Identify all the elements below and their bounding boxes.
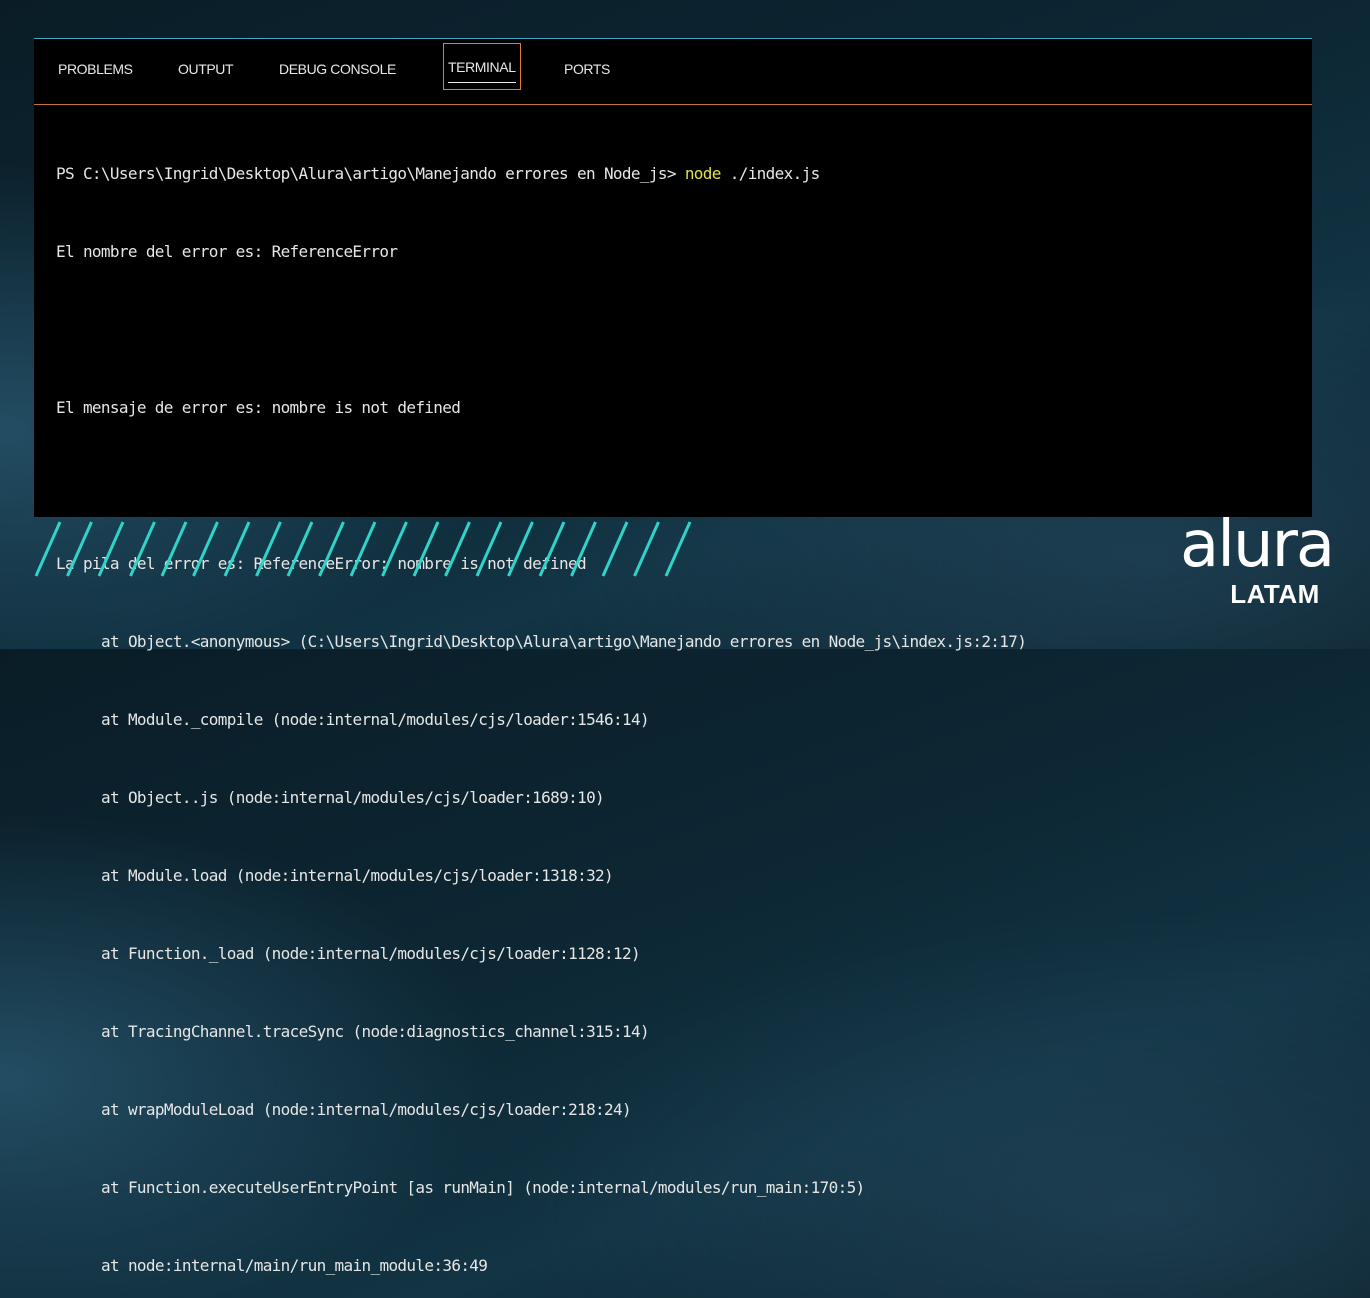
stack-trace-line: at Object.<anonymous> (C:\Users\Ingrid\D… — [101, 632, 1027, 651]
stripe — [66, 521, 93, 577]
tab-debug-console[interactable]: DEBUG CONSOLE — [279, 61, 396, 77]
tab-problems[interactable]: PROBLEMS — [58, 61, 133, 77]
stripe — [223, 521, 251, 577]
stripe — [633, 521, 660, 577]
tab-terminal[interactable]: TERMINAL — [443, 43, 521, 90]
logo-region: LATAM — [1230, 579, 1320, 609]
stack-trace-line: at Object..js (node:internal/modules/cjs… — [101, 788, 605, 807]
logo-wordmark: alura — [1180, 508, 1335, 582]
shell-prompt: PS C:\Users\Ingrid\Desktop\Alura\artigo\… — [56, 164, 685, 183]
stripe — [381, 521, 408, 577]
stripe — [475, 521, 503, 577]
stripe — [507, 521, 534, 577]
stripe — [34, 521, 62, 577]
stripe — [286, 521, 314, 577]
stripe — [538, 521, 566, 577]
decorative-stripes — [34, 521, 692, 577]
command-name: node — [684, 164, 722, 183]
stripe — [412, 521, 440, 577]
stack-trace-line: at Function.executeUserEntryPoint [as ru… — [101, 1178, 865, 1197]
stack-trace-line: at TracingChannel.traceSync (node:diagno… — [101, 1022, 650, 1041]
stripe — [97, 521, 125, 577]
stripe — [664, 521, 692, 577]
output-line: El nombre del error es: ReferenceError — [56, 242, 398, 261]
command-args: ./index.js — [720, 164, 820, 183]
stack-trace-line: at wrapModuleLoad (node:internal/modules… — [101, 1100, 632, 1119]
terminal-panel: PROBLEMS OUTPUT DEBUG CONSOLE TERMINAL P… — [34, 38, 1312, 1275]
stripe — [255, 521, 282, 577]
terminal-output[interactable]: PS C:\Users\Ingrid\Desktop\Alura\artigo\… — [56, 109, 1292, 1298]
stripe — [444, 521, 471, 577]
terminal-command-line: PS C:\Users\Ingrid\Desktop\Alura\artigo\… — [56, 161, 1292, 187]
stripe — [192, 521, 219, 577]
stripe — [129, 521, 156, 577]
stripe — [570, 521, 597, 577]
stripe — [318, 521, 345, 577]
tab-ports[interactable]: PORTS — [564, 61, 610, 77]
panel-tab-bar: PROBLEMS OUTPUT DEBUG CONSOLE TERMINAL P… — [34, 39, 1312, 105]
tab-output[interactable]: OUTPUT — [178, 61, 234, 77]
stack-trace-line: at Module.load (node:internal/modules/cj… — [101, 866, 614, 885]
output-line: El mensaje de error es: nombre is not de… — [56, 398, 461, 417]
stack-trace-line: at Module._compile (node:internal/module… — [101, 710, 650, 729]
stack-trace-line: at Function._load (node:internal/modules… — [101, 944, 641, 963]
alura-latam-logo: alura LATAM — [1180, 508, 1335, 625]
stripe — [160, 521, 188, 577]
stripe — [349, 521, 377, 577]
stripe — [601, 521, 629, 577]
stack-trace-line: at node:internal/main/run_main_module:36… — [101, 1256, 488, 1275]
